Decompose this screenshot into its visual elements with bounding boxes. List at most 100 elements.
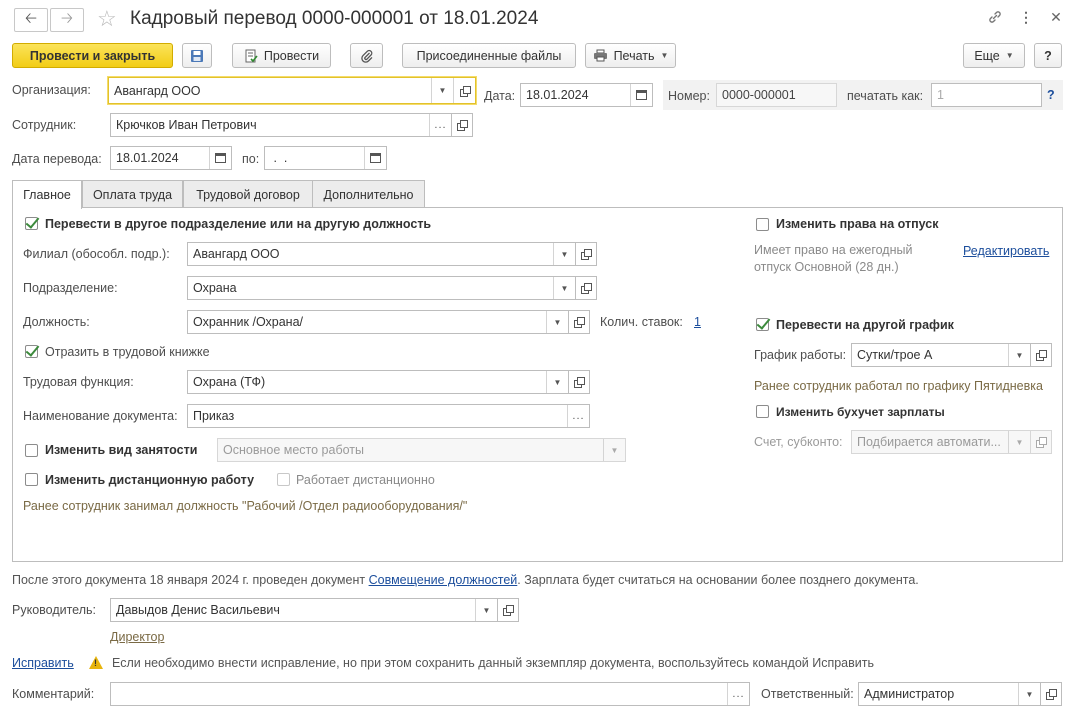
position-label: Должность: [23, 315, 90, 329]
employment-type-checkbox-label: Изменить вид занятости [45, 443, 198, 457]
back-button[interactable]: 🡠 [14, 8, 48, 32]
labor-function-label: Трудовая функция: [23, 375, 134, 389]
employee-field[interactable]: Крючков Иван Петрович ... [110, 113, 452, 137]
attached-files-button[interactable]: Присоединенные файлы [402, 43, 576, 68]
open-employee-button[interactable] [451, 113, 473, 137]
open-icon [503, 605, 514, 616]
dropdown-arrow-icon[interactable]: ▼ [475, 599, 497, 621]
schedule-checkbox[interactable] [756, 318, 769, 331]
workbook-checkbox[interactable] [25, 345, 38, 358]
to-label: по: [242, 152, 260, 166]
tab-main[interactable]: Главное [12, 180, 82, 209]
open-icon[interactable] [453, 78, 475, 103]
document-name-label: Наименование документа: [23, 409, 178, 423]
workbook-checkbox-label: Отразить в трудовой книжке [45, 345, 210, 359]
post-and-close-button[interactable]: Провести и закрыть [12, 43, 173, 68]
remote-work-checkbox[interactable] [25, 473, 38, 486]
rates-label: Колич. ставок: [600, 315, 683, 329]
more-vert-icon[interactable]: ⋮ [1016, 9, 1036, 26]
works-remotely-checkbox[interactable] [277, 473, 290, 486]
select-dots-icon[interactable]: ... [727, 683, 749, 705]
comment-field[interactable]: ... [110, 682, 750, 706]
attach-button[interactable] [350, 43, 383, 68]
open-icon [581, 249, 592, 260]
dropdown-arrow-icon[interactable]: ▼ [1008, 431, 1030, 453]
open-account-button[interactable] [1030, 430, 1052, 454]
manager-label: Руководитель: [12, 603, 97, 617]
favorite-star-icon[interactable]: ☆ [97, 6, 117, 32]
chevron-down-icon: ▼ [660, 51, 669, 60]
post-button[interactable]: Провести [232, 43, 331, 68]
transfer-checkbox[interactable] [25, 217, 38, 230]
schedule-label: График работы: [754, 348, 847, 362]
tab-payment[interactable]: Оплата труда [82, 180, 183, 208]
print-as-field[interactable]: 1 [931, 83, 1042, 107]
edit-vacation-link[interactable]: Редактировать [963, 244, 1049, 258]
forward-button[interactable]: 🡢 [50, 8, 84, 32]
organization-field[interactable]: Авангард ООО ▼ [108, 77, 476, 104]
open-responsible-button[interactable] [1040, 682, 1062, 706]
more-button[interactable]: Еще ▼ [963, 43, 1025, 68]
dropdown-arrow-icon[interactable]: ▼ [553, 277, 575, 299]
manager-position-link[interactable]: Директор [110, 630, 164, 644]
arrow-left-icon: 🡠 [24, 9, 38, 27]
page-title: Кадровый перевод 0000-000001 от 18.01.20… [130, 8, 539, 29]
print-button[interactable]: Печать ▼ [585, 43, 676, 68]
position-field[interactable]: Охранник /Охрана/ ▼ [187, 310, 569, 334]
schedule-checkbox-label: Перевести на другой график [776, 318, 954, 332]
fix-link[interactable]: Исправить [12, 656, 74, 670]
calendar-icon[interactable] [364, 147, 386, 169]
open-department-button[interactable] [575, 276, 597, 300]
open-manager-button[interactable] [497, 598, 519, 622]
schedule-field[interactable]: Сутки/трое А ▼ [851, 343, 1031, 367]
tab-additional[interactable]: Дополнительно [312, 180, 425, 208]
help-button[interactable]: ? [1034, 43, 1062, 68]
open-schedule-button[interactable] [1030, 343, 1052, 367]
dropdown-arrow-icon[interactable]: ▼ [546, 311, 568, 333]
later-document-link[interactable]: Совмещение должностей [369, 573, 518, 587]
fix-note: Если необходимо внести исправление, но п… [112, 656, 874, 670]
transfer-date-field[interactable]: 18.01.2024 [110, 146, 232, 170]
open-labor-function-button[interactable] [568, 370, 590, 394]
employment-type-checkbox[interactable] [25, 444, 38, 457]
select-dots-icon[interactable]: ... [429, 114, 451, 136]
open-branch-button[interactable] [575, 242, 597, 266]
dropdown-arrow-icon[interactable]: ▼ [553, 243, 575, 265]
dropdown-arrow-icon[interactable]: ▼ [431, 78, 453, 103]
calendar-icon[interactable] [630, 84, 652, 106]
branch-field[interactable]: Авангард ООО ▼ [187, 242, 576, 266]
open-position-button[interactable] [568, 310, 590, 334]
dropdown-arrow-icon[interactable]: ▼ [603, 439, 625, 461]
department-field[interactable]: Охрана ▼ [187, 276, 576, 300]
later-document-note: После этого документа 18 января 2024 г. … [12, 573, 919, 587]
account-label: Счет, субконто: [754, 435, 843, 449]
number-field[interactable]: 0000-000001 [716, 83, 837, 107]
vacation-rights-checkbox[interactable] [756, 218, 769, 231]
rates-link[interactable]: 1 [694, 315, 701, 329]
close-icon[interactable]: ✕ [1046, 9, 1066, 26]
accounting-checkbox-label: Изменить бухучет зарплаты [776, 405, 945, 419]
save-button[interactable] [182, 43, 212, 68]
accounting-checkbox[interactable] [756, 405, 769, 418]
responsible-field[interactable]: Администратор ▼ [858, 682, 1041, 706]
document-name-field[interactable]: Приказ ... [187, 404, 590, 428]
to-date-field[interactable]: . . [264, 146, 387, 170]
help-question-icon[interactable]: ? [1047, 88, 1055, 102]
labor-function-field[interactable]: Охрана (ТФ) ▼ [187, 370, 569, 394]
date-field[interactable]: 18.01.2024 [520, 83, 653, 107]
manager-field[interactable]: Давыдов Денис Васильевич ▼ [110, 598, 498, 622]
account-field[interactable]: Подбирается автомати... ▼ [851, 430, 1031, 454]
calendar-icon[interactable] [209, 147, 231, 169]
dropdown-arrow-icon[interactable]: ▼ [1008, 344, 1030, 366]
dropdown-arrow-icon[interactable]: ▼ [1018, 683, 1040, 705]
employment-type-field[interactable]: Основное место работы ▼ [217, 438, 626, 462]
save-icon [191, 49, 203, 62]
responsible-label: Ответственный: [761, 687, 854, 701]
warning-icon: ! [89, 656, 103, 669]
vacation-note-line2: отпуск Основной (28 дн.) [754, 260, 899, 274]
dropdown-arrow-icon[interactable]: ▼ [546, 371, 568, 393]
tab-labor-contract[interactable]: Трудовой договор [183, 180, 313, 208]
comment-label: Комментарий: [12, 687, 95, 701]
link-icon[interactable] [985, 9, 1005, 28]
select-dots-icon[interactable]: ... [567, 405, 589, 427]
